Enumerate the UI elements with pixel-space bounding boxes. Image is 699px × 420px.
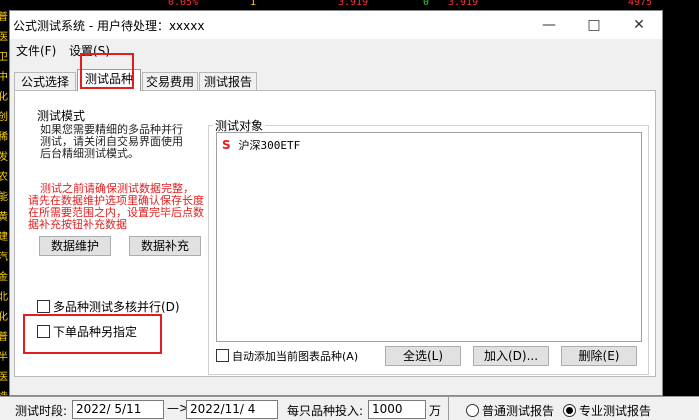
test-mode-description: 如果您需要精细的多品种并行测试，请关闭自交易界面使用后台精细测试模式。 [40,123,183,160]
highlight-box-settings-tab [80,53,134,89]
test-period-label: 测试时段: [15,404,68,418]
bottom-settings-bar: 测试时段: 2022/ 5/11 —> 2022/11/ 4 每只品种投入: 1… [0,396,699,420]
ticker-cell: 3.919 [448,0,479,8]
data-warning-text: 测试之前请确保测试数据完整，请先在数据维护选项里确认保存长度在所需要范围之内，设… [28,182,204,231]
title-bar: 公式测试系统 - 用户待处理：xxxxx — □ ✕ [10,11,662,39]
add-button[interactable]: 加入(D)... [473,346,549,366]
highlight-box-order-variety [23,314,162,354]
ticker-cell: 全ETF [2,1,31,10]
background-column-glyph: 普 [0,12,8,23]
menu-file[interactable]: 文件(F) [16,42,56,59]
test-objects-list[interactable]: S 沪深300ETF [216,132,642,342]
bottom-divider [448,397,449,420]
formula-test-dialog: 公式测试系统 - 用户待处理：xxxxx — □ ✕ 文件(F) 设置(S) 公… [9,10,663,396]
background-column-glyph: 建 [0,232,8,243]
background-left-column: 普医卫中化创稀发农能黄建汽金北化普半医造 [0,10,9,419]
tab-panel-test-variety: 测试模式 如果您需要精细的多品种并行测试，请关闭自交易界面使用后台精细测试模式。… [14,90,656,377]
test-object-name: 沪深300ETF [238,139,301,152]
background-column-glyph: 创 [0,112,8,123]
ticker-cell: 3.919 [338,0,369,8]
tab-trading-fees[interactable]: 交易费用 [142,72,198,90]
list-item[interactable]: S 沪深300ETF [222,137,300,153]
window-title: 公式测试系统 - 用户待处理：xxxxx [13,19,205,33]
ticker-cell: 0 [423,0,430,8]
background-column-glyph: 汽 [0,252,8,263]
background-column-glyph: 半 [0,352,8,363]
delete-button[interactable]: 删除(E) [561,346,637,366]
investment-unit: 万 [429,404,442,418]
stock-s-icon: S [222,138,231,152]
auto-add-label: 自动添加当前图表品种(A) [232,350,359,363]
auto-add-checkbox[interactable]: 自动添加当前图表品种(A) [216,348,358,364]
checkbox-box[interactable] [37,300,50,313]
multi-core-label: 多品种测试多核并行(D) [53,300,180,314]
radio-circle[interactable] [466,404,479,417]
ticker-cell: 1 [250,0,257,8]
ticker-cell: 0.05% [168,0,199,8]
background-column-glyph: 中 [0,72,8,83]
maximize-button[interactable]: □ [571,11,617,39]
tab-test-report[interactable]: 测试报告 [199,72,257,90]
background-column-glyph: 卫 [0,52,8,63]
investment-input[interactable]: 1000 [368,400,426,419]
pro-report-label: 专业测试报告 [579,404,652,418]
test-mode-title: 测试模式 [35,107,88,124]
select-all-button[interactable]: 全选(L) [385,346,461,366]
tab-formula-select[interactable]: 公式选择 [14,72,76,90]
minimize-button[interactable]: — [526,11,572,39]
background-column-glyph: 普 [0,332,8,343]
background-column-glyph: 发 [0,152,8,163]
end-date-field[interactable]: 2022/11/ 4 [186,400,278,419]
investment-label: 每只品种投入: [287,404,364,418]
background-column-glyph: 化 [0,92,8,103]
data-supplement-button[interactable]: 数据补充 [129,236,201,256]
background-ticker-strip: 全ETF 0.05% 1 3.919 0 3.919 4975 [0,0,699,10]
background-column-glyph: 医 [0,32,8,43]
background-column-glyph: 医 [0,372,8,383]
start-date-field[interactable]: 2022/ 5/11 [72,400,164,419]
close-button[interactable]: ✕ [616,11,662,39]
ticker-cell: 4975 [628,0,653,8]
background-column-glyph: 稀 [0,132,8,143]
background-column-glyph: 化 [0,312,8,323]
test-mode-group: 测试模式 如果您需要精细的多品种并行测试，请关闭自交易界面使用后台精细测试模式。 [28,107,198,165]
pro-report-radio[interactable]: 专业测试报告 [563,402,651,419]
background-right-column [663,10,699,419]
data-maintenance-button[interactable]: 数据维护 [39,236,111,256]
background-column-glyph: 北 [0,292,8,303]
normal-report-label: 普通测试报告 [482,404,555,418]
background-column-glyph: 能 [0,192,8,203]
multi-core-checkbox[interactable]: 多品种测试多核并行(D) [37,298,180,315]
background-column-glyph: 金 [0,272,8,283]
radio-circle[interactable] [563,404,576,417]
background-column-glyph: 黄 [0,212,8,223]
checkbox-box[interactable] [216,349,229,362]
normal-report-radio[interactable]: 普通测试报告 [466,402,554,419]
test-objects-group: 测试对象 S 沪深300ETF 自动添加当前图表品种(A) 全选(L) 加入(D… [208,117,649,375]
background-column-glyph: 农 [0,172,8,183]
